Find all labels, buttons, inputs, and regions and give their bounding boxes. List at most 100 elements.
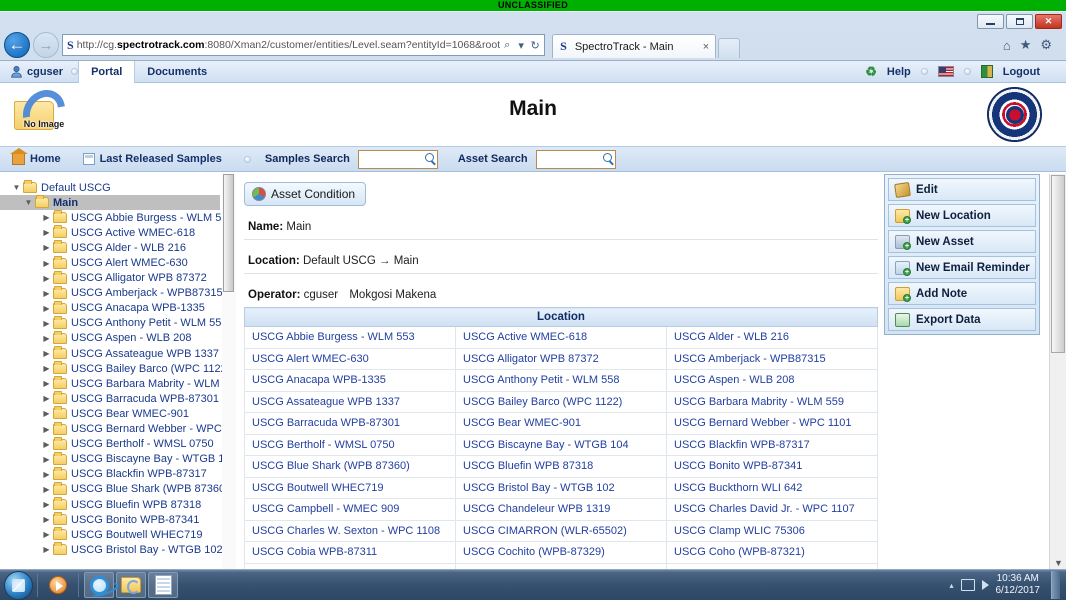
chevron-down-icon[interactable]: ▾ <box>514 39 528 52</box>
tree-node-item[interactable]: ▶ USCG Amberjack - WPB87315 <box>0 285 236 301</box>
location-link[interactable]: USCG Alert WMEC-630 <box>244 347 456 370</box>
tree-node-item[interactable]: ▶ USCG Aspen - WLB 208 <box>0 330 236 346</box>
tree-node-item[interactable]: ▶ USCG Bonito WPB-87341 <box>0 512 236 527</box>
chevron-right-icon[interactable]: ▶ <box>40 500 53 509</box>
location-link[interactable]: USCG Aspen - WLB 208 <box>666 369 878 392</box>
location-link[interactable]: USCG CIMARRON (WLR-65502) <box>455 519 667 542</box>
location-link[interactable]: USCG Assateague WPB 1337 <box>244 390 456 413</box>
maximize-button[interactable] <box>1006 14 1033 29</box>
samples-search-field[interactable] <box>360 151 423 167</box>
home-icon[interactable]: ⌂ <box>1003 38 1011 53</box>
chevron-right-icon[interactable]: ▶ <box>40 259 53 268</box>
location-link[interactable]: USCG Cochito (WPB-87329) <box>455 541 667 564</box>
close-button[interactable]: ✕ <box>1035 14 1062 29</box>
location-link[interactable]: USCG Biscayne Bay - WTGB 104 <box>455 433 667 456</box>
location-link[interactable]: USCG Buckthorn WLI 642 <box>666 476 878 499</box>
tools-gear-icon[interactable]: ⚙ <box>1040 37 1052 53</box>
tree-node-item[interactable]: ▶ USCG Abbie Burgess - WLM 553 <box>0 210 236 225</box>
chevron-right-icon[interactable]: ▶ <box>40 485 53 494</box>
chevron-right-icon[interactable]: ▶ <box>40 274 53 283</box>
location-link[interactable]: USCG Cobia WPB-87311 <box>244 541 456 564</box>
tree-node-item[interactable]: ▶ USCG Anacapa WPB-1335 <box>0 300 236 316</box>
location-link[interactable]: USCG Active WMEC-618 <box>455 326 667 349</box>
search-icon[interactable]: ⌕ <box>500 39 514 52</box>
network-icon[interactable] <box>960 579 975 591</box>
logout-icon[interactable] <box>980 65 993 78</box>
tree-node-item[interactable]: ▶ USCG Alligator WPB 87372 <box>0 270 236 286</box>
page-scrollbar[interactable]: ▼ <box>1049 174 1066 570</box>
location-link[interactable]: USCG Alder - WLB 216 <box>666 326 878 349</box>
location-link[interactable]: USCG Charles W. Sexton - WPC 1108 <box>244 519 456 542</box>
tree-node-default-uscg[interactable]: ▼ Default USCG <box>0 180 236 195</box>
toolbar-last-released-samples[interactable]: Last Released Samples <box>82 153 222 165</box>
tree-scrollbar[interactable] <box>222 174 236 570</box>
tree-node-item[interactable]: ▶ USCG Alder - WLB 216 <box>0 240 236 255</box>
chevron-right-icon[interactable]: ▶ <box>40 213 53 222</box>
tree-node-item[interactable]: ▶ USCG Barbara Mabrity - WLM 559 <box>0 376 236 391</box>
tree-node-item[interactable]: ▶ USCG Assateague WPB 1337 <box>0 346 236 361</box>
address-bar[interactable]: S http://cg.spectrotrack.com:8080/Xman2/… <box>62 34 546 56</box>
show-hidden-icons-icon[interactable]: ▴ <box>949 581 953 590</box>
chevron-right-icon[interactable]: ▶ <box>40 304 53 313</box>
current-user[interactable]: cguser <box>0 65 71 78</box>
location-link[interactable]: USCG Barracuda WPB-87301 <box>244 412 456 435</box>
location-link[interactable]: USCG Bear WMEC-901 <box>455 412 667 435</box>
tree-node-item[interactable]: ▶ USCG Bertholf - WMSL 0750 <box>0 436 236 452</box>
tree-node-item[interactable]: ▶ USCG Bristol Bay - WTGB 102 <box>0 542 236 557</box>
clock[interactable]: 10:36 AM 6/12/2017 <box>996 573 1041 597</box>
chevron-right-icon[interactable]: ▶ <box>40 228 53 237</box>
location-link[interactable]: USCG Amberjack - WPB87315 <box>666 347 878 370</box>
chevron-right-icon[interactable]: ▶ <box>40 515 53 524</box>
chevron-right-icon[interactable]: ▶ <box>40 364 53 373</box>
edit-button[interactable]: Edit <box>888 178 1036 201</box>
location-link[interactable]: USCG Barbara Mabrity - WLM 559 <box>666 390 878 413</box>
scroll-down-icon[interactable]: ▼ <box>1050 555 1066 570</box>
chevron-right-icon[interactable]: ▶ <box>40 455 53 464</box>
tab-portal[interactable]: Portal <box>78 61 136 83</box>
chevron-right-icon[interactable]: ▶ <box>40 319 53 328</box>
location-link[interactable]: USCG Boutwell WHEC719 <box>244 476 456 499</box>
location-link[interactable]: USCG Chandeleur WPB 1319 <box>455 498 667 521</box>
minimize-button[interactable] <box>977 14 1004 29</box>
location-link[interactable]: USCG Alligator WPB 87372 <box>455 347 667 370</box>
new-email-reminder-button[interactable]: + New Email Reminder <box>888 256 1036 279</box>
asset-condition-button[interactable]: Asset Condition <box>244 182 367 206</box>
location-link[interactable]: USCG Anacapa WPB-1335 <box>244 369 456 392</box>
tree-node-item[interactable]: ▶ USCG Biscayne Bay - WTGB 104 <box>0 451 236 467</box>
location-link[interactable]: USCG Bluefin WPB 87318 <box>455 455 667 478</box>
chevron-right-icon[interactable]: ▶ <box>40 409 53 418</box>
search-icon[interactable] <box>602 152 612 162</box>
tree-node-item[interactable]: ▶ USCG Blackfin WPB-87317 <box>0 466 236 482</box>
chevron-right-icon[interactable]: ▶ <box>40 349 53 358</box>
chevron-right-icon[interactable]: ▶ <box>40 243 53 252</box>
back-icon[interactable]: ← <box>4 32 30 58</box>
search-icon[interactable] <box>424 152 434 162</box>
chevron-down-icon[interactable]: ▼ <box>22 198 35 207</box>
location-link[interactable]: USCG Abbie Burgess - WLM 553 <box>244 326 456 349</box>
chevron-down-icon[interactable]: ▼ <box>10 183 23 192</box>
chevron-right-icon[interactable]: ▶ <box>40 545 53 554</box>
browser-tab[interactable]: S SpectroTrack - Main × <box>552 34 717 58</box>
location-link[interactable]: USCG Blue Shark (WPB 87360) <box>244 455 456 478</box>
export-data-button[interactable]: Export Data <box>888 308 1036 331</box>
refresh-icon[interactable]: ↻ <box>528 39 542 52</box>
location-link[interactable]: USCG Bristol Bay - WTGB 102 <box>455 476 667 499</box>
tree-node-item[interactable]: ▶ USCG Barracuda WPB-87301 <box>0 391 236 406</box>
new-asset-button[interactable]: + New Asset <box>888 230 1036 253</box>
tree-node-item[interactable]: ▶ USCG Active WMEC-618 <box>0 225 236 240</box>
chevron-right-icon[interactable]: ▶ <box>40 440 53 449</box>
chevron-right-icon[interactable]: ▶ <box>40 425 53 434</box>
chevron-right-icon[interactable]: ▶ <box>40 530 53 539</box>
location-link[interactable]: USCG Charles David Jr. - WPC 1107 <box>666 498 878 521</box>
tree-node-item[interactable]: ▶ USCG Bailey Barco (WPC 1122) <box>0 361 236 376</box>
taskbar-media-player[interactable] <box>43 572 73 598</box>
chevron-right-icon[interactable]: ▶ <box>40 334 53 343</box>
tree-scrollbar-thumb[interactable] <box>223 174 234 292</box>
add-note-button[interactable]: + Add Note <box>888 282 1036 305</box>
asset-search-input[interactable] <box>535 149 616 169</box>
tab-documents[interactable]: Documents <box>135 61 219 83</box>
language-flag-icon[interactable] <box>937 66 954 77</box>
tree-node-item[interactable]: ▶ USCG Boutwell WHEC719 <box>0 527 236 542</box>
location-link[interactable]: USCG Bonito WPB-87341 <box>666 455 878 478</box>
location-link[interactable]: USCG Bailey Barco (WPC 1122) <box>455 390 667 413</box>
